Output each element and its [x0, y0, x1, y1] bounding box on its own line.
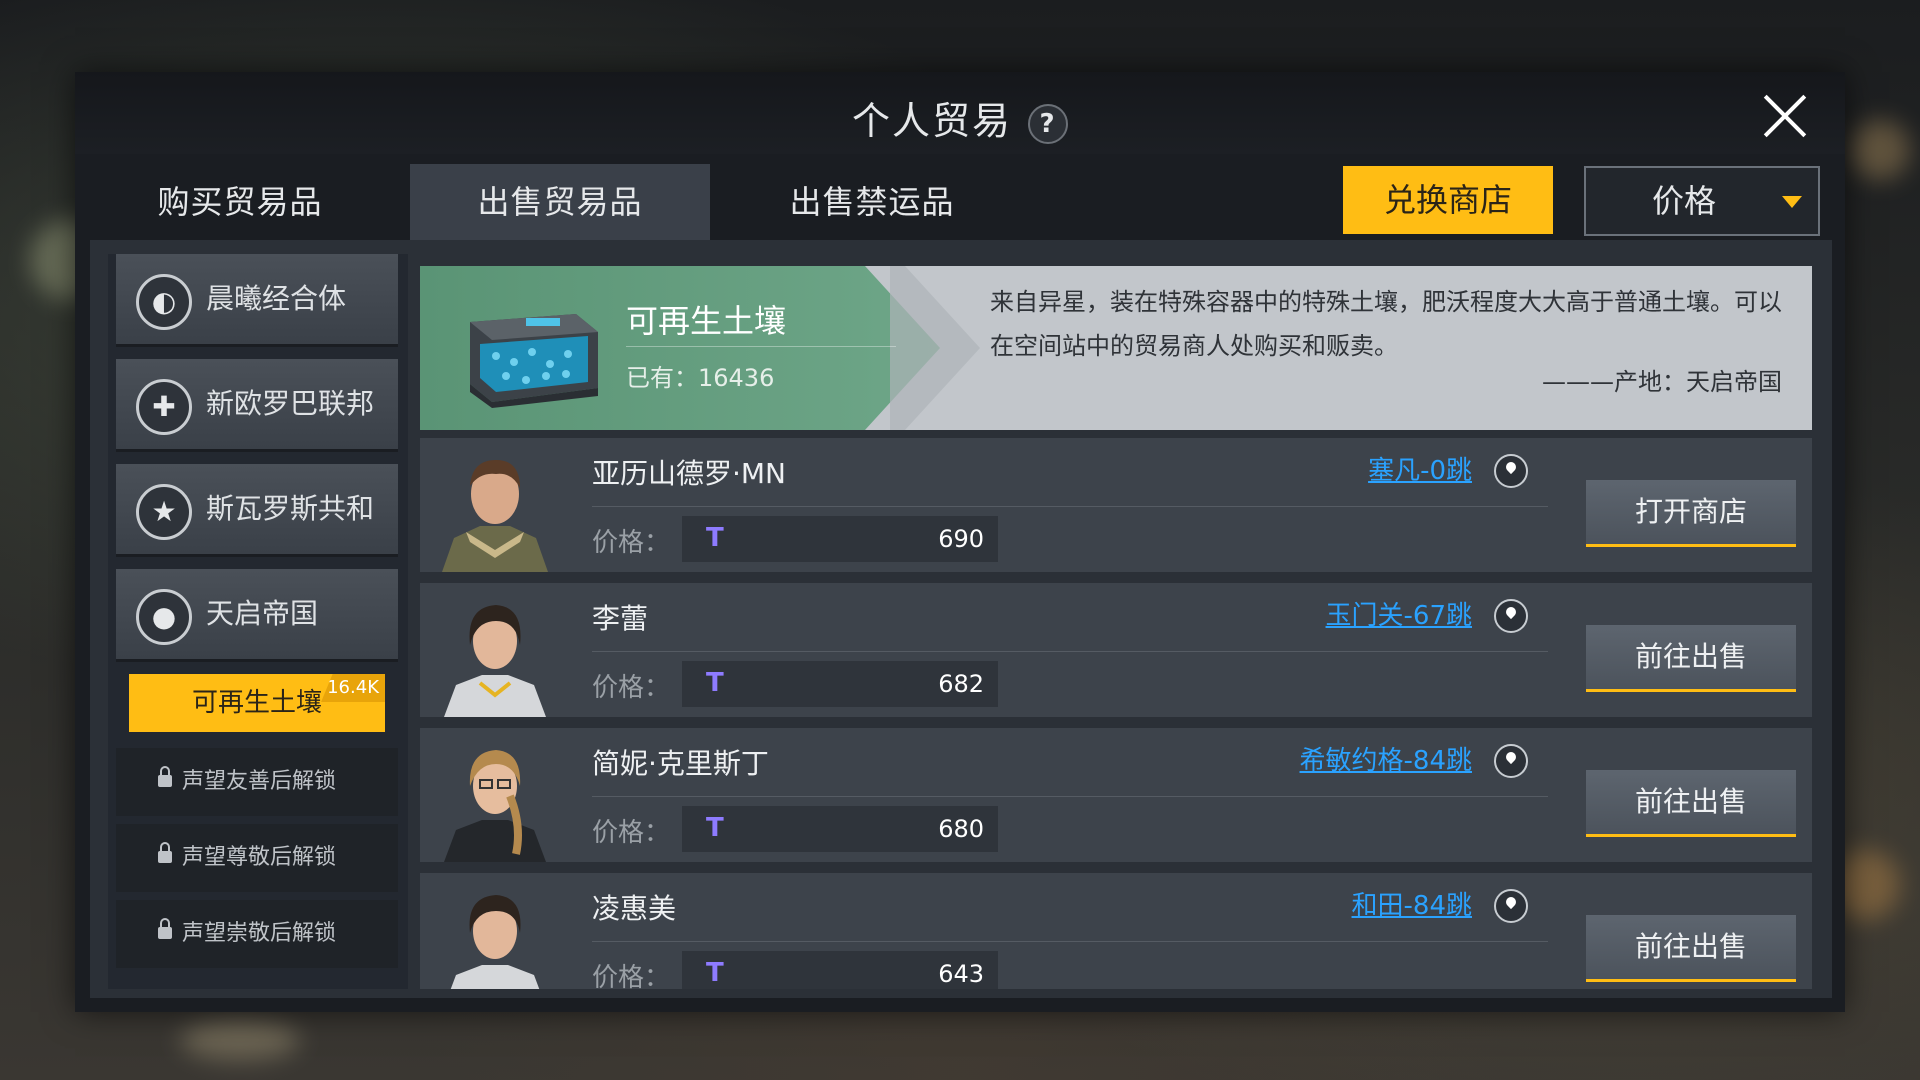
- trader-location-link[interactable]: 希敏约格-84跳: [1300, 740, 1472, 777]
- trader-name: 亚历山德罗·MN: [592, 457, 787, 490]
- tab-buy-goods[interactable]: 购买贸易品: [90, 164, 390, 240]
- trader-row: 简妮·克里斯丁 希敏约格-84跳 价格： T 680 前往出售: [420, 728, 1812, 862]
- product-banner: 可再生土壤 已有：16436 来自异星，装在特殊容器中的特殊土壤，肥沃程度大大高…: [420, 266, 1812, 430]
- open-shop-button[interactable]: 打开商店: [1586, 480, 1796, 547]
- divider: [592, 651, 1548, 652]
- stock-badge: 16.4K: [321, 674, 385, 702]
- currency-icon: T: [706, 813, 724, 843]
- trader-name: 李蕾: [592, 602, 649, 635]
- faction-name: 天启帝国: [206, 597, 319, 630]
- background-light: [1850, 120, 1910, 180]
- price-value: 643: [938, 960, 984, 988]
- divider: [592, 941, 1548, 942]
- product-name: 可再生土壤: [626, 302, 787, 340]
- go-sell-button[interactable]: 前往出售: [1586, 625, 1796, 692]
- trader-portrait: [436, 591, 554, 717]
- title-bar: 个人贸易?: [75, 72, 1845, 154]
- cross-emblem-icon: ✚: [136, 379, 192, 435]
- go-sell-button[interactable]: 前往出售: [1586, 915, 1796, 982]
- divider: [592, 506, 1548, 507]
- price-label: 价格：: [592, 673, 671, 703]
- help-icon[interactable]: ?: [1028, 103, 1068, 144]
- price-label: 价格：: [592, 963, 671, 989]
- price-label: 价格：: [592, 528, 671, 558]
- faction-item[interactable]: ◐ 晨曦经合体: [116, 254, 398, 347]
- map-pin-icon[interactable]: [1494, 744, 1528, 778]
- tab-sell-contraband[interactable]: 出售禁运品: [722, 164, 1022, 240]
- soil-container-icon: [470, 314, 598, 408]
- locked-item[interactable]: 声望友善后解锁: [116, 748, 398, 816]
- map-pin-icon[interactable]: [1494, 889, 1528, 923]
- divider: [626, 346, 896, 347]
- lock-icon: [158, 766, 172, 787]
- tab-bar: 购买贸易品 出售贸易品 出售禁运品 兑换商店 价格: [90, 164, 1832, 240]
- faction-item[interactable]: ● 天启帝国: [116, 569, 398, 662]
- trader-portrait: [436, 736, 554, 862]
- price-value: 690: [938, 525, 984, 553]
- faction-sidebar: ◐ 晨曦经合体 ✚ 新欧罗巴联邦 ★ 斯瓦罗斯共和国 ● 天启帝国 可再生土壤 …: [108, 254, 408, 989]
- product-origin: ———产地：天启帝国: [1542, 368, 1782, 396]
- faction-item[interactable]: ★ 斯瓦罗斯共和国: [116, 464, 398, 615]
- locked-item-label: 声望友善后解锁: [182, 769, 337, 794]
- trader-name: 简妮·克里斯丁: [592, 747, 769, 780]
- price-box: T 682: [682, 661, 998, 707]
- trader-row: 李蕾 玉门关-67跳 价格： T 682 前往出售: [420, 583, 1812, 717]
- star-emblem-icon: ★: [136, 484, 192, 540]
- trader-location-link[interactable]: 玉门关-67跳: [1326, 595, 1472, 632]
- eye-emblem-icon: ◐: [136, 274, 192, 330]
- faction-item[interactable]: ✚ 新欧罗巴联邦: [116, 359, 398, 452]
- locked-item-label: 声望崇敬后解锁: [182, 921, 337, 946]
- price-box: T 680: [682, 806, 998, 852]
- owned-quantity: 已有：16436: [626, 364, 775, 392]
- price-value: 682: [938, 670, 984, 698]
- price-value: 680: [938, 815, 984, 843]
- map-pin-icon[interactable]: [1494, 599, 1528, 633]
- personal-trade-window: 个人贸易? 购买贸易品 出售贸易品 出售禁运品 兑换商店 价格 ◐ 晨曦经合体 …: [75, 72, 1845, 1012]
- close-icon[interactable]: [1761, 92, 1809, 140]
- content-panel: ◐ 晨曦经合体 ✚ 新欧罗巴联邦 ★ 斯瓦罗斯共和国 ● 天启帝国 可再生土壤 …: [90, 240, 1832, 998]
- sort-dropdown[interactable]: 价格: [1584, 166, 1820, 236]
- exchange-shop-button[interactable]: 兑换商店: [1343, 166, 1553, 234]
- trade-good-item-selected[interactable]: 可再生土壤 16.4K: [129, 674, 385, 732]
- trader-portrait: [436, 881, 554, 989]
- trader-row: 亚历山德罗·MN 塞凡-0跳 价格： T 690 打开商店: [420, 438, 1812, 572]
- trader-row: 凌惠美 和田-84跳 价格： T 643 前往出售: [420, 873, 1812, 989]
- locked-item-label: 声望尊敬后解锁: [182, 845, 337, 870]
- map-pin-icon[interactable]: [1494, 454, 1528, 488]
- window-title-text: 个人贸易: [851, 99, 1012, 143]
- locked-item[interactable]: 声望尊敬后解锁: [116, 824, 398, 892]
- product-description: 来自异星，装在特殊容器中的特殊土壤，肥沃程度大大高于普通土壤。可以在空间站中的贸…: [990, 288, 1782, 360]
- background-light: [180, 1020, 300, 1060]
- trader-location-link[interactable]: 和田-84跳: [1352, 885, 1472, 922]
- locked-item[interactable]: 声望崇敬后解锁: [116, 900, 398, 968]
- divider: [592, 796, 1548, 797]
- lock-icon: [158, 842, 172, 863]
- tab-sell-goods[interactable]: 出售贸易品: [410, 164, 710, 240]
- price-box: T 643: [682, 951, 998, 989]
- sort-selected-label: 价格: [1652, 182, 1717, 220]
- banner-arrow: [890, 266, 980, 430]
- faction-name: 晨曦经合体: [206, 282, 347, 315]
- faction-name: 新欧罗巴联邦: [206, 387, 375, 420]
- go-sell-button[interactable]: 前往出售: [1586, 770, 1796, 837]
- planet-emblem-icon: ●: [136, 589, 192, 645]
- price-box: T 690: [682, 516, 998, 562]
- trader-name: 凌惠美: [592, 892, 677, 925]
- currency-icon: T: [706, 668, 724, 698]
- currency-icon: T: [706, 523, 724, 553]
- trader-portrait: [436, 446, 554, 572]
- currency-icon: T: [706, 958, 724, 988]
- trader-location-link[interactable]: 塞凡-0跳: [1368, 450, 1472, 487]
- lock-icon: [158, 918, 172, 939]
- window-title: 个人贸易?: [75, 90, 1845, 145]
- trade-good-label: 可再生土壤: [191, 688, 322, 718]
- price-label: 价格：: [592, 818, 671, 848]
- chevron-down-icon: [1782, 196, 1802, 208]
